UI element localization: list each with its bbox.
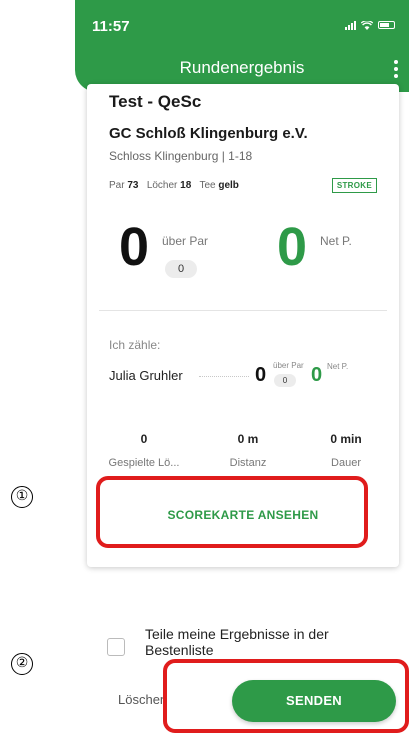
gross-score: 0 [119,217,150,277]
stat-label: Gespielte Lö... [108,457,180,469]
over-par-pill: 0 [165,260,197,278]
round-meta: Par 73 Löcher 18 Tee gelb [109,180,239,191]
stat-value: 0 m [237,432,259,446]
cellular-signal-icon [345,20,356,30]
share-label: Teile meine Ergebnisse in der Bestenlist… [145,626,329,658]
par-value: 73 [127,180,139,191]
player-over-par-pill: 0 [274,374,296,387]
stat-label: Distanz [229,457,267,469]
battery-icon [378,21,395,29]
stat-distance: 0 m Distanz [203,432,293,469]
tee-label: Tee [199,180,216,191]
stat-holes-played: 0 Gespielte Lö... [99,432,189,469]
net-score: 0 [277,217,308,277]
player-net-label: Net P. [327,362,349,371]
format-badge: STROKE [331,178,377,193]
course-name: Schloss Klingenburg | 1-18 [109,149,253,163]
tee-value: gelb [218,180,239,191]
annotation-number-2: ② [11,653,33,675]
club-name: GC Schloß Klingenburg e.V. [109,125,308,142]
share-checkbox[interactable] [107,638,125,656]
player-over-par-label: über Par [273,361,304,370]
stat-value: 0 min [330,432,362,446]
annotation-highlight-2 [163,659,409,733]
net-label: Net P. [320,234,352,248]
annotation-highlight-1 [96,476,368,548]
round-name: Test - QeSc [109,92,202,111]
annotation-number-1: ① [11,486,33,508]
stat-value: 0 [140,432,148,446]
over-par-label: über Par [162,234,209,248]
holes-label: Löcher [146,180,178,191]
dotted-leader [199,376,249,377]
divider [99,310,387,311]
status-time: 11:57 [92,18,130,35]
par-label: Par [109,180,125,191]
phone-screen: 11:57 Rundenergebnis Test - QeSc GC Schl… [75,0,409,733]
more-menu-icon[interactable] [393,60,399,78]
player-net-score: 0 [311,364,323,386]
stat-duration: 0 min Dauer [301,432,391,469]
status-icons [345,20,395,30]
page-title: Rundenergebnis [179,58,305,77]
holes-value: 18 [180,180,192,191]
wifi-icon [361,20,373,30]
counting-label: Ich zähle: [109,338,161,352]
delete-button[interactable]: Löschen [118,692,167,707]
player-score: 0 [255,364,267,386]
app-bar: 11:57 Rundenergebnis [75,0,409,92]
stat-label: Dauer [331,457,361,469]
player-name: Julia Gruhler [109,368,183,383]
